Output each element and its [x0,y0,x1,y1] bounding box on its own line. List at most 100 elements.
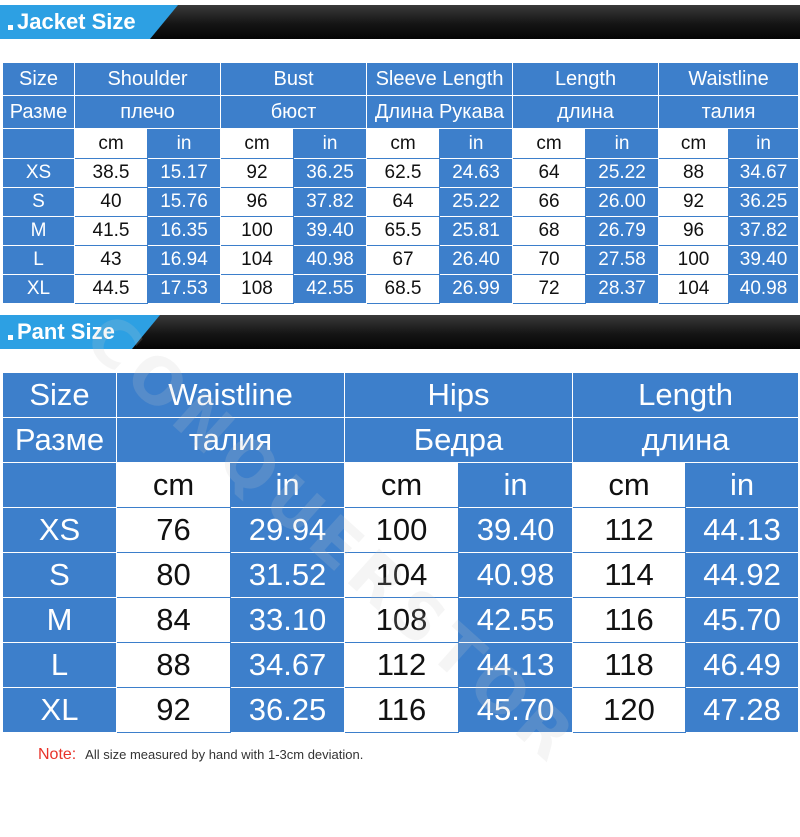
jacket-size-tab: Jacket Size [0,5,178,39]
value-cell: 42.55 [458,597,574,643]
unit-in: in [458,462,574,508]
value-cell: 37.82 [728,216,800,246]
value-cell: 64 [512,158,587,188]
value-cell: 92 [220,158,294,188]
pant-size-title: Pant Size [17,319,115,344]
value-cell: 28.37 [585,274,660,304]
unit-in: in [293,128,367,159]
unit-cm: cm [512,128,587,159]
value-cell: 104 [658,274,730,304]
value-cell: 39.40 [293,216,367,246]
header-waistline: Waistline [658,62,800,96]
value-cell: 45.70 [685,597,800,643]
value-cell: 17.53 [147,274,221,304]
value-cell: 120 [572,687,687,733]
pant-size-tab: Pant Size [0,315,160,349]
value-cell: 40 [74,187,148,217]
note-label: Note: [38,746,77,763]
header-hips-ru: Бедра [344,417,574,463]
value-cell: 25.81 [438,216,514,246]
size-label: L [2,245,75,275]
value-cell: 44.13 [458,642,574,688]
value-cell: 38.5 [74,158,148,188]
header-waistline: Waistline [115,372,346,418]
size-label: L [2,642,117,688]
units-row: cm in cm in cm in [2,462,800,508]
header-sleeve-length: Sleeve Length [365,62,514,96]
header-length-ru: длина [572,417,800,463]
value-cell: 36.25 [728,187,800,217]
unit-cm: cm [74,128,148,159]
value-cell: 80 [116,552,231,598]
header-size-ru: Разме [2,95,75,129]
value-cell: 44.92 [685,552,800,598]
units-row: cm in cm in cm in cm in cm in [2,128,800,159]
table-row: XL 44.5 17.53 108 42.55 68.5 26.99 72 28… [2,274,800,304]
value-cell: 66 [512,187,587,217]
table-row: XS 76 29.94 100 39.40 112 44.13 [2,507,800,553]
value-cell: 44.5 [74,274,148,304]
value-cell: 64 [366,187,440,217]
unit-in: in [728,128,800,159]
header-length: Length [572,372,800,418]
value-cell: 29.94 [229,507,346,553]
value-cell: 62.5 [366,158,440,188]
value-cell: 47.28 [685,687,800,733]
table-row: M 84 33.10 108 42.55 116 45.70 [2,597,800,643]
header-shoulder-ru: плечо [74,95,221,129]
value-cell: 118 [572,642,687,688]
value-cell: 36.25 [293,158,367,188]
value-cell: 112 [344,642,460,688]
value-cell: 108 [344,597,460,643]
unit-in: in [585,128,660,159]
value-cell: 15.76 [147,187,221,217]
jacket-size-table: Size Shoulder Bust Sleeve Length Length … [2,62,800,304]
value-cell: 39.40 [458,507,574,553]
size-label: XL [2,687,117,733]
jacket-size-title: Jacket Size [17,9,136,34]
table-row: S 80 31.52 104 40.98 114 44.92 [2,552,800,598]
units-spacer [2,128,75,159]
value-cell: 33.10 [229,597,346,643]
bullet-icon [8,335,13,340]
jacket-size-banner: Jacket Size [0,5,800,39]
value-cell: 108 [220,274,294,304]
header-shoulder: Shoulder [74,62,221,96]
value-cell: 26.99 [438,274,514,304]
header-bust: Bust [220,62,367,96]
size-label: S [2,552,117,598]
header-length: Length [512,62,660,96]
value-cell: 100 [220,216,294,246]
header-sleeve-length-ru: Длина Рукава [365,95,514,129]
units-spacer [2,462,117,508]
header-bust-ru: бюст [220,95,367,129]
table-row: S 40 15.76 96 37.82 64 25.22 66 26.00 92… [2,187,800,217]
value-cell: 67 [366,245,440,275]
table-row: M 41.5 16.35 100 39.40 65.5 25.81 68 26.… [2,216,800,246]
value-cell: 31.52 [229,552,346,598]
value-cell: 24.63 [438,158,514,188]
value-cell: 76 [116,507,231,553]
value-cell: 112 [572,507,687,553]
value-cell: 68 [512,216,587,246]
value-cell: 88 [116,642,231,688]
value-cell: 104 [220,245,294,275]
header-row-en: Size Shoulder Bust Sleeve Length Length … [2,62,800,96]
pant-size-table: Size Waistline Hips Length Разме талия Б… [2,372,800,733]
table-row: XL 92 36.25 116 45.70 120 47.28 [2,687,800,733]
value-cell: 100 [344,507,460,553]
header-size: Size [2,372,117,418]
table-row: L 88 34.67 112 44.13 118 46.49 [2,642,800,688]
value-cell: 40.98 [728,274,800,304]
header-row-ru: Разме талия Бедра длина [2,417,800,463]
unit-cm: cm [658,128,730,159]
value-cell: 100 [658,245,730,275]
size-label: M [2,597,117,643]
header-row-en: Size Waistline Hips Length [2,372,800,418]
value-cell: 36.25 [229,687,346,733]
unit-cm: cm [116,462,231,508]
unit-in: in [229,462,346,508]
unit-in: in [438,128,514,159]
header-size: Size [2,62,75,96]
value-cell: 104 [344,552,460,598]
